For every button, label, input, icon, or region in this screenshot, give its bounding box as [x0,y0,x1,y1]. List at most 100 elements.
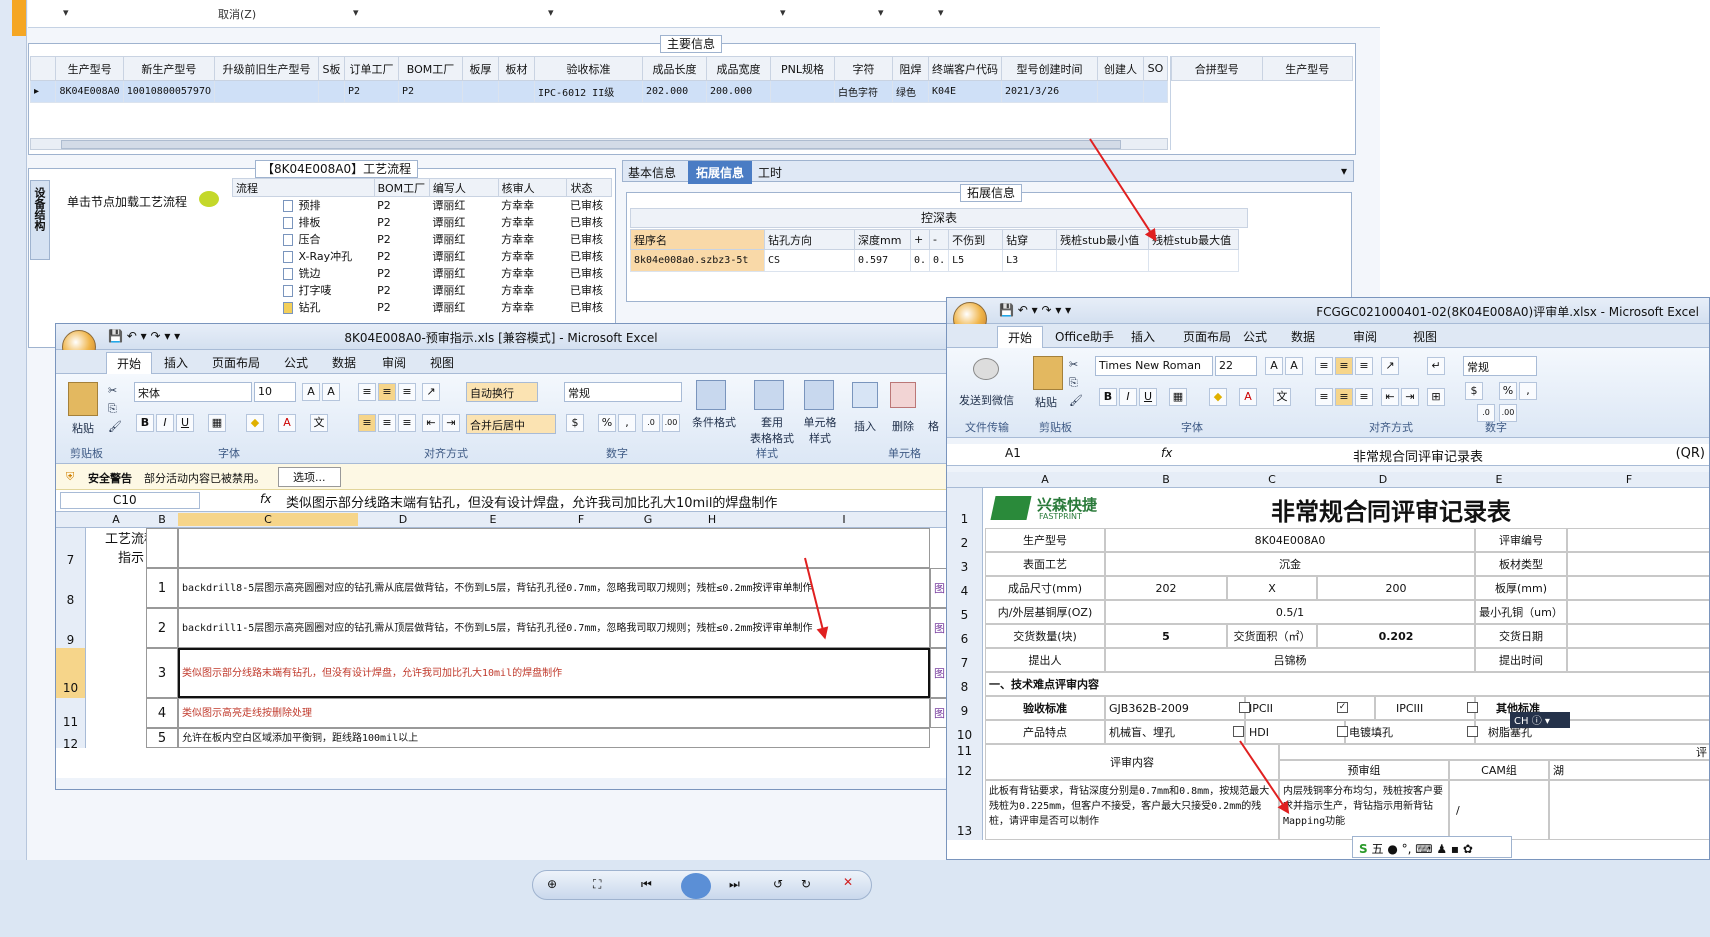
review-cell[interactable]: 评 [1279,744,1709,760]
align-middle-icon[interactable]: ≡ [378,383,396,401]
row-header[interactable]: 6 [947,624,983,648]
ribbon-tab[interactable]: 公式 [284,354,308,371]
currency-icon[interactable]: $ [566,414,584,432]
media-controls[interactable]: ⊕ ⛶ ⏮ ⏭ ↺ ↻ ✕ [532,870,872,900]
row-header[interactable]: 12 [56,728,86,751]
review-cell[interactable]: 提出人 [985,648,1105,672]
instruction-cell[interactable]: 类似图示高亮走线按删除处理 [178,698,930,728]
image-ref-cell[interactable]: 图 [930,568,946,608]
bold-icon[interactable]: B [1099,388,1117,406]
wrap-text-button[interactable]: 自动换行 [466,382,538,402]
review-cell[interactable]: 板材类型 [1475,552,1567,576]
fx-icon[interactable]: fx [260,492,271,506]
process-row[interactable]: 钻孔 P2 谭丽红 方幸幸 已审核 [233,299,612,316]
row-header[interactable]: 11 [56,698,86,729]
ext-cell[interactable]: 0. [929,249,950,272]
review-cell[interactable]: 最小孔铜（um） [1475,600,1567,624]
review-request-text[interactable]: 此板有背钻要求，背钻深度分别是0.7mm和0.8mm，按规范最大残桩为0.225… [985,780,1279,840]
instruction-cell[interactable]: 类似图示部分线路末端有钻孔，但没有设计焊盘，允许我司加比孔大10mil的焊盘制作 [178,648,930,698]
ime-toolbar[interactable]: S 五 ● °, ⌨ ♟ ▪ ✿ [1352,836,1512,858]
item-number[interactable]: 4 [146,698,178,728]
process-col-header[interactable]: 流程 [232,178,375,197]
cut-icon[interactable]: ✂ [1069,358,1078,371]
chevron-down-icon[interactable]: ▾ [1341,164,1347,178]
shrink-font-icon[interactable]: A [1285,357,1303,375]
review-cell[interactable] [1567,600,1709,624]
review-cell[interactable]: 5 [1105,624,1227,648]
main-cell[interactable]: 2021/3/26 [1001,80,1098,103]
item-number[interactable]: 2 [146,608,178,648]
review-cell[interactable]: 沉金 [1105,552,1475,576]
ext-col-header[interactable]: 残桩stub最大值 [1148,229,1240,250]
main-cell[interactable]: P2 [398,80,463,103]
column-header[interactable]: B [1105,473,1227,486]
align-left-icon[interactable]: ≡ [358,414,376,432]
column-header[interactable]: G [624,513,672,526]
main-cell[interactable]: K04E [928,80,1002,103]
main-col-header[interactable]: 板厚 [462,56,499,81]
review-cell[interactable]: X [1227,576,1317,600]
main-cell[interactable] [1097,80,1144,103]
ext-col-header[interactable]: 钻孔方向 [764,229,855,250]
review-cell[interactable] [1567,624,1709,648]
review-cell[interactable]: GJB362B-2009 [1105,696,1245,720]
ext-cell[interactable] [1056,249,1150,272]
row-header[interactable]: 5 [947,600,983,624]
percent-icon[interactable]: % [1499,382,1517,400]
ribbon-tab[interactable]: 页面布局 [1183,328,1231,345]
rotate-left-icon[interactable]: ↺ [773,877,783,891]
row-header[interactable]: 7 [947,648,983,672]
align-top-icon[interactable]: ≡ [1315,357,1333,375]
copy-icon[interactable]: ⎘ [1069,376,1078,390]
main-cell[interactable] [498,80,535,103]
main-cell[interactable]: 绿色 [892,80,929,103]
checkbox[interactable] [1233,726,1244,737]
border-icon[interactable]: ▦ [1169,388,1187,406]
bold-icon[interactable]: B [136,414,154,432]
item-number[interactable]: 3 [146,648,178,698]
paste-icon[interactable] [68,382,98,416]
table-format-button[interactable]: 套用 表格格式 [742,414,802,446]
align-bottom-icon[interactable]: ≡ [1355,357,1373,375]
row-header[interactable]: 8 [56,568,86,608]
number-format-select[interactable]: 常规 [1463,356,1537,376]
ext-cell[interactable]: 0.597 [854,249,911,272]
main-col-header[interactable]: 字符 [834,56,893,81]
table-format-icon[interactable] [754,380,784,410]
ext-cell[interactable]: 8k04e008a0.szbz3-5t [630,249,765,272]
main-cell[interactable]: IPC-6012 II级 [534,80,643,103]
instruction-cell[interactable] [178,528,930,568]
ext-col-header[interactable]: + [909,229,931,250]
process-col-header[interactable]: BOM工厂 [373,178,430,197]
name-box[interactable]: C10 [60,492,200,509]
review-cell[interactable]: 湖 [1549,760,1709,780]
ext-col-header[interactable]: 残桩stub最小值 [1056,229,1150,250]
ext-col-header[interactable]: 钻穿 [1002,229,1058,250]
review-cell[interactable]: 成品尺寸(mm) [985,576,1105,600]
font-color-icon[interactable]: A [278,414,296,432]
cancel-label[interactable]: 取消(Z) [218,6,256,22]
delete-icon[interactable]: ✕ [843,875,853,889]
delete-cells-icon[interactable] [890,382,916,408]
review-cell[interactable]: 交货日期 [1475,624,1567,648]
ribbon-tab[interactable]: 公式 [1243,328,1267,345]
main-col-header[interactable]: 新生产型号 [122,56,216,81]
main-col-header[interactable]: 生产型号 [55,56,124,81]
paste-button[interactable]: 粘贴 [1035,394,1057,410]
column-header[interactable]: H [672,513,752,526]
underline-icon[interactable]: U [1139,388,1157,406]
main-col-header[interactable]: 成品长度 [642,56,707,81]
review-cell[interactable]: 一、技术难点评审内容 [985,672,1709,696]
row-header[interactable]: 11 [947,744,983,760]
main-cell[interactable] [318,80,345,103]
grow-font-icon[interactable]: A [302,383,320,401]
ribbon-tab[interactable]: 审阅 [1353,328,1377,345]
align-center-icon[interactable]: ≡ [1335,388,1353,406]
phonetic-icon[interactable]: 文 [310,414,328,432]
checkbox[interactable] [1337,726,1348,737]
sheet-title[interactable]: 非常规合同评审记录表 [1271,492,1511,527]
column-header[interactable]: A [985,473,1105,486]
column-header[interactable]: B [146,513,178,526]
outdent-icon[interactable]: ⇥ [442,414,460,432]
review-cell[interactable]: 电镀填孔 [1345,720,1475,744]
